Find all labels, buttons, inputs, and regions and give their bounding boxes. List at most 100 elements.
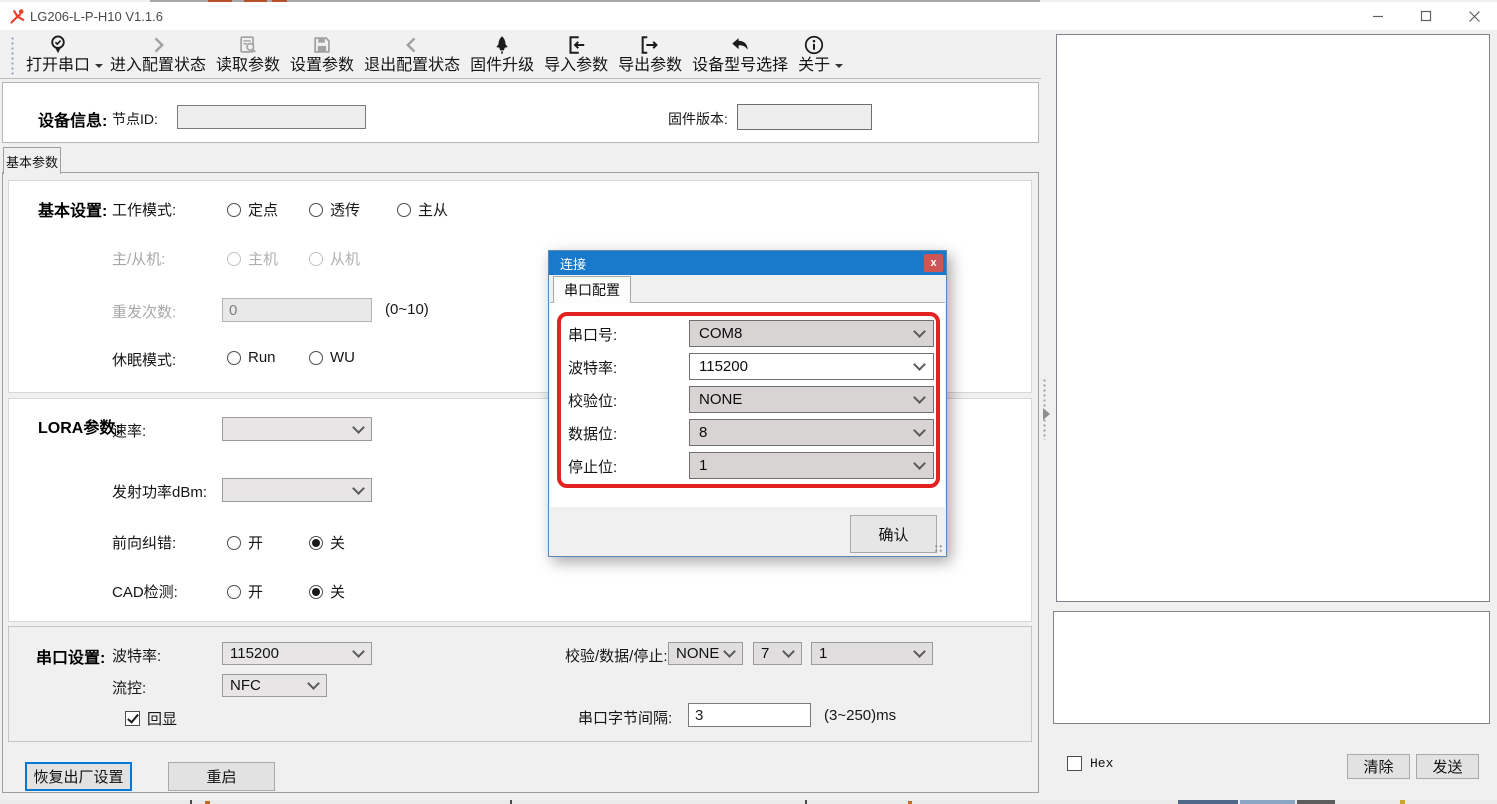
rate-label: 速率: xyxy=(112,420,146,441)
echo-checkbox[interactable] xyxy=(125,711,140,726)
byte-interval-field[interactable] xyxy=(688,703,811,727)
radio-label: 主机 xyxy=(248,248,278,269)
toolbar-label: 设备型号选择 xyxy=(692,57,788,75)
info-icon xyxy=(803,32,825,57)
master-slave-label: 主/从机: xyxy=(112,248,165,269)
toolbar-device-model-button[interactable]: 设备型号选择 xyxy=(687,27,793,78)
radio-icon xyxy=(227,585,241,599)
radio-work-mode-transparent[interactable]: 透传 xyxy=(309,199,360,220)
radio-icon xyxy=(227,536,241,550)
retry-count-field[interactable] xyxy=(222,298,372,322)
hex-label: Hex xyxy=(1090,756,1113,771)
toolbar-enter-config-button[interactable]: 进入配置状态 xyxy=(105,27,211,78)
flow-control-select[interactable]: NFC xyxy=(222,674,327,697)
retry-count-label: 重发次数: xyxy=(112,301,176,322)
select-value: 115200 xyxy=(230,645,279,662)
tab-serial-config[interactable]: 串口配置 xyxy=(553,276,631,303)
radio-work-mode-master-slave[interactable]: 主从 xyxy=(397,199,448,220)
toolbar-exit-config-button[interactable]: 退出配置状态 xyxy=(359,27,465,78)
stop-bits-select[interactable]: 1 xyxy=(811,642,933,665)
toolbar-label: 退出配置状态 xyxy=(364,57,460,75)
hex-checkbox-row[interactable]: Hex xyxy=(1067,756,1113,771)
about-dropdown-caret[interactable] xyxy=(835,64,843,68)
radio-label: 透传 xyxy=(330,199,360,220)
node-id-field[interactable] xyxy=(177,105,366,129)
factory-reset-button[interactable]: 恢复出厂设置 xyxy=(25,762,132,791)
data-bits-select[interactable]: 7 xyxy=(753,642,802,665)
toolbar-label: 关于 xyxy=(798,57,830,75)
connect-dialog-title: 连接 xyxy=(560,254,586,273)
radio-icon xyxy=(309,585,323,599)
toolbar-about-button[interactable]: 关于 xyxy=(793,27,835,78)
toolbar-open-serial-button[interactable]: 打开串口 xyxy=(21,27,95,78)
toolbar-export-params-button[interactable]: 导出参数 xyxy=(613,27,687,78)
radio-master[interactable]: 主机 xyxy=(227,248,278,269)
basic-settings-title: 基本设置: xyxy=(38,197,107,221)
toolbar-label: 读取参数 xyxy=(216,57,280,75)
tx-power-select[interactable] xyxy=(222,478,372,502)
radio-fec-off[interactable]: 关 xyxy=(309,532,345,553)
rocket-icon xyxy=(492,32,512,57)
minimize-button[interactable] xyxy=(1356,2,1400,30)
reboot-label: 重启 xyxy=(206,766,236,787)
dialog-close-button[interactable]: x xyxy=(924,254,943,272)
toolbar-read-params-button[interactable]: 读取参数 xyxy=(211,27,285,78)
radio-work-mode-fixed[interactable]: 定点 xyxy=(227,199,278,220)
firmware-version-field[interactable] xyxy=(737,104,872,130)
chevron-down-icon xyxy=(782,645,795,658)
toolbar-write-params-button[interactable]: 设置参数 xyxy=(285,27,359,78)
bottom-edge-tick xyxy=(805,800,807,804)
reboot-button[interactable]: 重启 xyxy=(168,762,275,791)
radio-icon xyxy=(397,203,411,217)
echo-checkbox-row[interactable]: 回显 xyxy=(125,708,177,729)
send-button[interactable]: 发送 xyxy=(1416,754,1479,779)
rate-select[interactable] xyxy=(222,417,372,441)
radio-cad-on[interactable]: 开 xyxy=(227,581,263,602)
radio-fec-on[interactable]: 开 xyxy=(227,532,263,553)
splitter-collapse-arrow-icon[interactable] xyxy=(1043,408,1050,420)
node-id-label: 节点ID: xyxy=(112,109,158,129)
highlight-red-box xyxy=(557,312,940,488)
radio-label: Run xyxy=(248,349,276,366)
bottom-edge-cluster xyxy=(1240,800,1295,804)
toolbar-firmware-upgrade-button[interactable]: 固件升级 xyxy=(465,27,539,78)
echo-label: 回显 xyxy=(147,708,177,729)
open-serial-dropdown-caret[interactable] xyxy=(95,64,103,68)
toolbar: 打开串口 进入配置状态 读取参数 设置参数 退出配置状态 xyxy=(0,30,1041,79)
parity-select[interactable]: NONE xyxy=(668,642,743,665)
dialog-resize-grip[interactable] xyxy=(934,544,943,553)
work-mode-label: 工作模式: xyxy=(112,199,176,220)
firmware-version-label: 固件版本: xyxy=(668,109,728,129)
radio-icon xyxy=(309,252,323,266)
serial-baud-select[interactable]: 115200 xyxy=(222,642,372,665)
radio-sleep-run[interactable]: Run xyxy=(227,349,276,366)
serial-baud-label: 波特率: xyxy=(112,645,161,666)
lora-params-title: LORA参数: xyxy=(38,414,121,438)
toolbar-grip[interactable] xyxy=(10,36,15,76)
hex-checkbox[interactable] xyxy=(1067,756,1082,771)
radio-cad-off[interactable]: 关 xyxy=(309,581,345,602)
select-value: NFC xyxy=(230,677,261,694)
close-button[interactable] xyxy=(1452,2,1496,30)
device-info-title: 设备信息: xyxy=(38,107,107,131)
toolbar-import-params-button[interactable]: 导入参数 xyxy=(539,27,613,78)
radio-slave[interactable]: 从机 xyxy=(309,248,360,269)
byte-interval-label: 串口字节间隔: xyxy=(578,707,672,728)
toolbar-label: 设置参数 xyxy=(290,57,354,75)
radio-icon xyxy=(309,351,323,365)
radio-icon xyxy=(309,203,323,217)
radio-label: 开 xyxy=(248,581,263,602)
bottom-edge-tick xyxy=(510,800,512,804)
confirm-button[interactable]: 确认 xyxy=(850,515,937,553)
select-value: NONE xyxy=(676,645,719,662)
send-text-area[interactable] xyxy=(1053,611,1490,724)
radio-label: 关 xyxy=(330,532,345,553)
connect-dialog-titlebar[interactable]: 连接 x xyxy=(549,251,946,275)
radio-sleep-wu[interactable]: WU xyxy=(309,349,355,366)
maximize-button[interactable] xyxy=(1404,2,1448,30)
app-window: LG206-L-P-H10 V1.1.6 打开串口 进入配置状态 xyxy=(0,0,1497,804)
reply-arrow-icon xyxy=(728,32,752,57)
receive-log-area[interactable] xyxy=(1056,34,1490,602)
clear-button[interactable]: 清除 xyxy=(1347,754,1410,779)
tab-basic-params[interactable]: 基本参数 xyxy=(3,147,61,174)
